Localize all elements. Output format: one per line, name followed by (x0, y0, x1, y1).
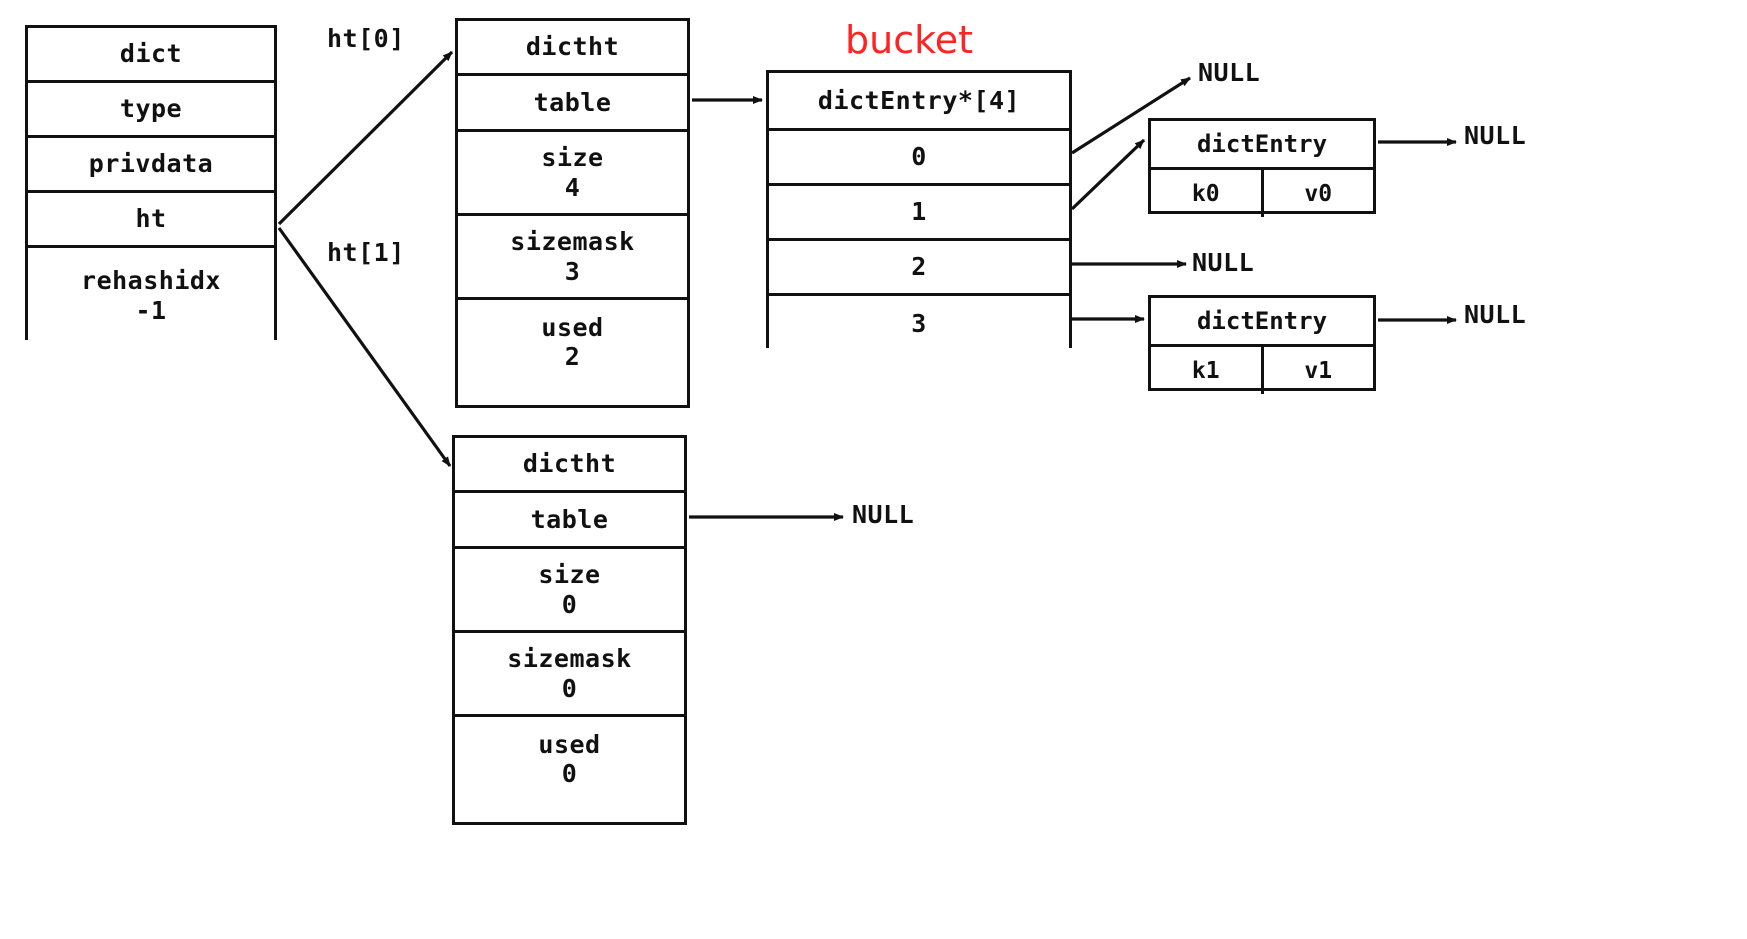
ht1-title: dictht (455, 438, 684, 493)
bucket-slot-3-index: 3 (911, 308, 927, 338)
dictentry-node-0-kv: k0 v0 (1151, 170, 1373, 217)
dictentry-node-1-title: dictEntry (1151, 298, 1373, 347)
dictht-box-ht0: dictht table size 4 sizemask 3 used 2 (455, 18, 690, 408)
dictentry-node-0: dictEntry k0 v0 (1148, 118, 1376, 217)
dict-field-type: type (28, 83, 274, 138)
ht0-field-used-value: 2 (564, 342, 581, 371)
bucket-slot-0-index: 0 (911, 142, 927, 172)
dictentry-node-0-key: k0 (1151, 170, 1264, 217)
dict-field-privdata: privdata (28, 138, 274, 193)
ht0-title-label: dictht (525, 32, 620, 62)
bucket-slot-0: 0 (769, 131, 1069, 186)
dict-struct-box: dict type privdata ht rehashidx -1 (25, 25, 277, 343)
bucket-array-header: dictEntry*[4] (769, 73, 1069, 131)
ht1-field-size: size 0 (455, 549, 684, 633)
dict-struct-title-label: dict (119, 39, 183, 69)
null-label-dictentry-0-next: NULL (1464, 121, 1527, 150)
null-label-bucket-2: NULL (1192, 248, 1255, 277)
dictentry-node-1-key: k1 (1151, 347, 1264, 394)
ht0-field-size-label: size (541, 143, 604, 172)
bucket-array-header-label: dictEntry*[4] (817, 85, 1021, 115)
ht0-field-sizemask: sizemask 3 (458, 216, 687, 300)
dictentry-node-0-title: dictEntry (1151, 121, 1373, 170)
dictentry-node-0-title-label: dictEntry (1196, 130, 1328, 158)
dictentry-node-0-value: v0 (1264, 170, 1374, 217)
ht1-field-sizemask: sizemask 0 (455, 633, 684, 717)
bucket-slot-2-index: 2 (911, 252, 927, 282)
dictentry-node-0-value-label: v0 (1304, 180, 1333, 207)
dict-field-privdata-label: privdata (88, 149, 214, 179)
null-label-bucket-0: NULL (1198, 58, 1261, 87)
dict-field-ht: ht (28, 193, 274, 248)
null-label-dictentry-1-next: NULL (1464, 300, 1527, 329)
dict-field-ht-label: ht (135, 204, 167, 234)
dict-field-type-label: type (119, 94, 183, 124)
dictentry-node-1: dictEntry k1 v1 (1148, 295, 1376, 394)
null-label-ht1-table: NULL (852, 500, 915, 529)
bucket-slot-1: 1 (769, 186, 1069, 241)
dictentry-node-1-value: v1 (1264, 347, 1374, 394)
pointer-label-ht0: ht[0] (327, 24, 405, 53)
dictentry-node-0-key-label: k0 (1191, 180, 1220, 207)
ht1-title-label: dictht (522, 449, 617, 479)
ht1-field-used-value: 0 (561, 759, 578, 788)
ht0-field-sizemask-label: sizemask (510, 227, 635, 256)
ht1-field-used: used 0 (455, 717, 684, 801)
ht1-field-size-value: 0 (561, 589, 578, 619)
dictentry-node-1-value-label: v1 (1304, 357, 1333, 384)
ht1-field-size-label: size (538, 560, 601, 589)
dictht-box-ht1: dictht table size 0 sizemask 0 used 0 (452, 435, 687, 825)
ht0-field-size: size 4 (458, 132, 687, 216)
ht0-field-size-value: 4 (564, 172, 581, 202)
bucket-array-box: dictEntry*[4] 0 1 2 3 (766, 70, 1072, 351)
dict-struct-title: dict (28, 28, 274, 83)
ht1-field-used-label: used (538, 729, 601, 759)
ht0-field-used: used 2 (458, 300, 687, 384)
dictentry-node-1-kv: k1 v1 (1151, 347, 1373, 394)
ht0-field-used-label: used (541, 312, 604, 342)
bucket-slot-3: 3 (769, 296, 1069, 351)
dict-field-rehashidx-value: -1 (135, 295, 167, 325)
ht1-field-sizemask-label: sizemask (507, 644, 632, 673)
dictentry-node-1-key-label: k1 (1191, 357, 1220, 384)
ht0-title: dictht (458, 21, 687, 76)
diagram-canvas: dict type privdata ht rehashidx -1 ht[0]… (0, 0, 1747, 939)
dictentry-node-1-title-label: dictEntry (1196, 307, 1328, 335)
ht0-field-sizemask-value: 3 (564, 256, 581, 286)
ht0-field-table: table (458, 76, 687, 132)
ht1-field-sizemask-value: 0 (561, 673, 578, 703)
ht1-field-table: table (455, 493, 684, 549)
dict-field-rehashidx: rehashidx -1 (28, 248, 274, 343)
bucket-slot-2: 2 (769, 241, 1069, 296)
pointer-label-ht1: ht[1] (327, 238, 405, 267)
bucket-caption: bucket (845, 18, 974, 62)
bucket-slot-1-index: 1 (911, 197, 927, 227)
ht1-field-table-label: table (530, 504, 609, 534)
dict-field-rehashidx-label: rehashidx (81, 266, 221, 295)
ht0-field-table-label: table (533, 87, 612, 117)
